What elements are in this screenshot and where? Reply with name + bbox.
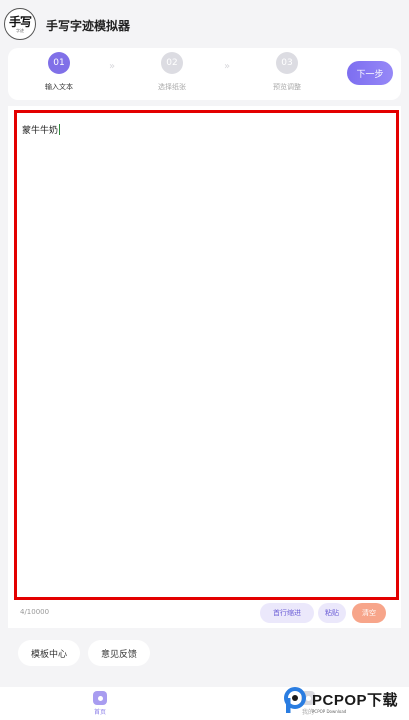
step-input-text[interactable]: 01 输入文本 <box>29 52 89 92</box>
step-label: 输入文本 <box>45 83 73 91</box>
text-caret <box>59 124 61 135</box>
chevron-right-icon: » <box>224 61 230 72</box>
step-label: 预览调整 <box>273 83 301 91</box>
app-logo: 手写 字迹 <box>4 8 36 40</box>
step-label: 选择纸张 <box>158 83 186 91</box>
text-editor[interactable]: 蒙牛牛奶 <box>14 110 399 600</box>
chevron-right-icon: » <box>109 61 115 72</box>
editor-container: 蒙牛牛奶 <box>8 106 401 600</box>
template-center-button[interactable]: 模板中心 <box>18 640 80 666</box>
first-line-indent-button[interactable]: 首行缩进 <box>260 603 314 623</box>
step-number: 01 <box>48 52 70 74</box>
tab-label: 首页 <box>93 709 106 716</box>
steps-card: 01 输入文本 » 02 选择纸张 » 03 预览调整 下一步 <box>8 48 401 100</box>
clear-button[interactable]: 清空 <box>352 603 386 623</box>
watermark-logo-icon <box>282 687 308 715</box>
app-header: 手写 字迹 手写字迹模拟器 <box>0 0 409 48</box>
step-number: 03 <box>276 52 298 74</box>
editor-toolbar: 4/10000 首行缩进 粘贴 清空 <box>8 600 401 628</box>
char-counter: 4/10000 <box>20 608 50 616</box>
editor-text: 蒙牛牛奶 <box>22 126 59 136</box>
tab-home[interactable]: 首页 <box>80 691 120 716</box>
logo-glyph: 手写 <box>8 14 32 29</box>
step-number: 02 <box>161 52 183 74</box>
logo-subtext: 字迹 <box>16 27 24 33</box>
home-icon <box>93 691 107 705</box>
editor-text-content[interactable]: 蒙牛牛奶 <box>22 123 61 136</box>
step-preview-adjust[interactable]: 03 预览调整 <box>257 52 317 92</box>
watermark: PCPOP下载 PCPOP Download <box>282 682 409 720</box>
step-choose-paper[interactable]: 02 选择纸张 <box>142 52 202 92</box>
watermark-text: PCPOP下载 <box>312 691 399 709</box>
feedback-button[interactable]: 意见反馈 <box>88 640 150 666</box>
next-step-button[interactable]: 下一步 <box>347 61 393 85</box>
paste-button[interactable]: 粘贴 <box>318 603 346 623</box>
app-title: 手写字迹模拟器 <box>46 19 131 33</box>
